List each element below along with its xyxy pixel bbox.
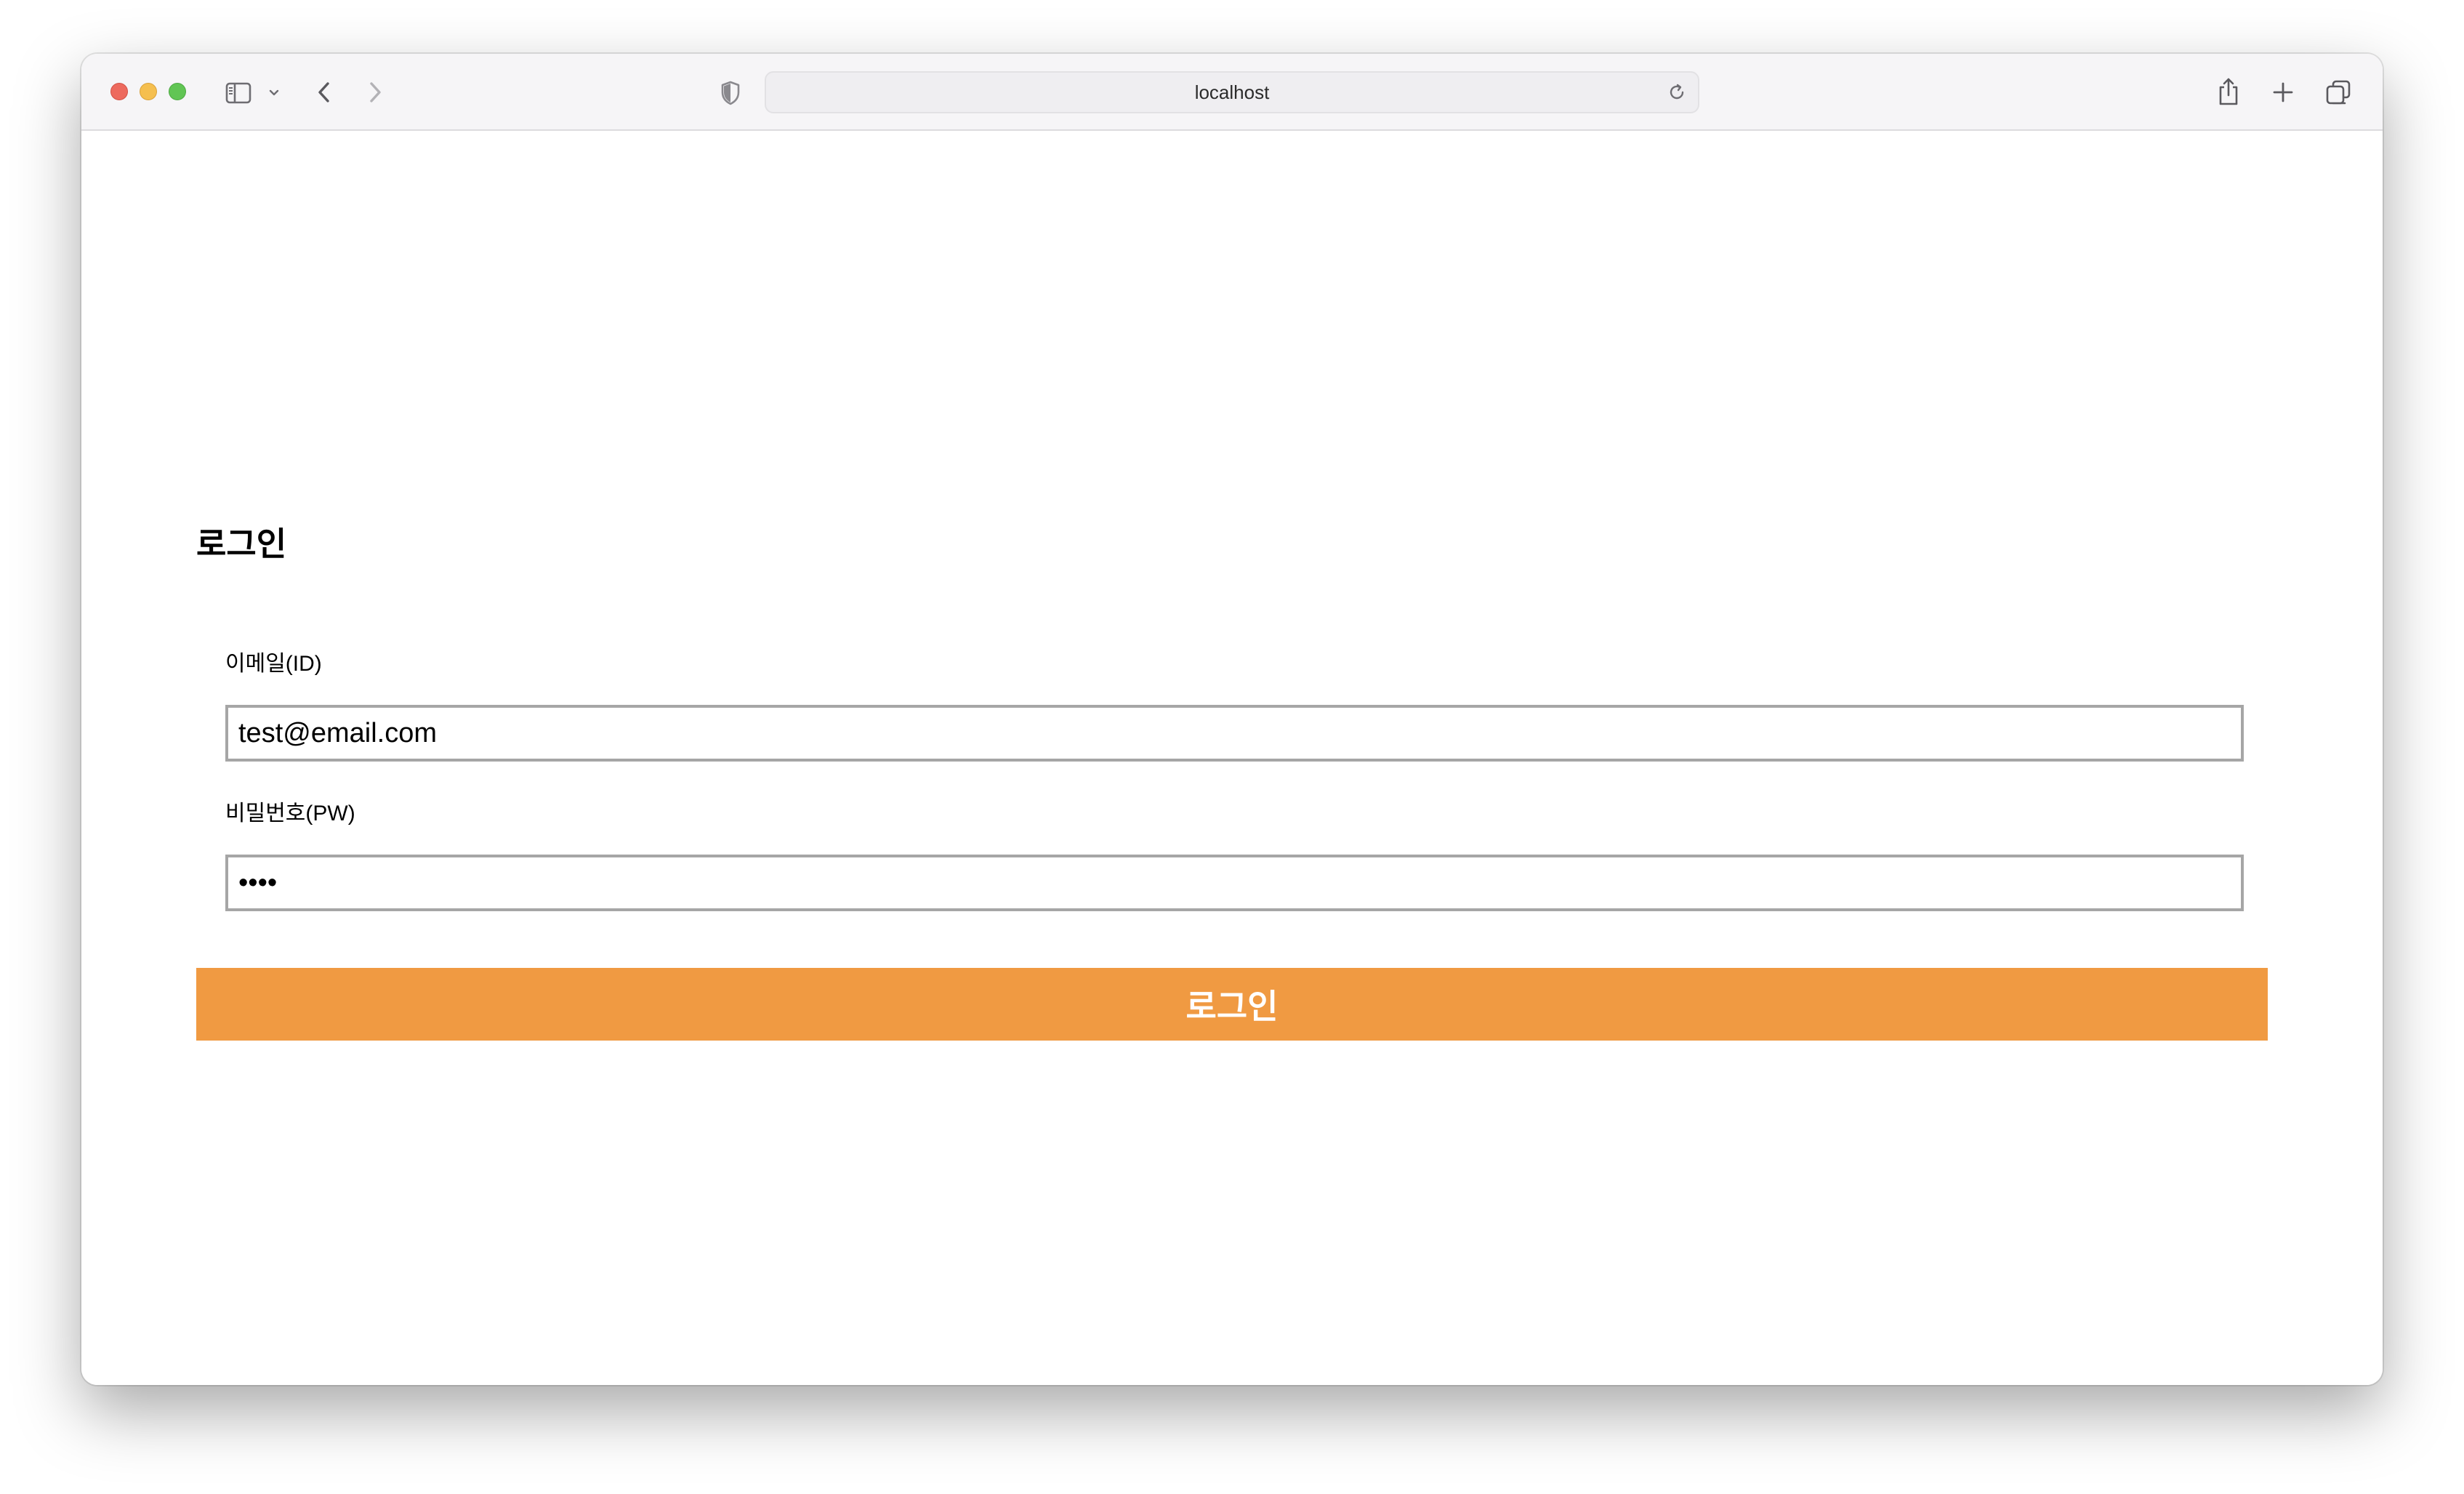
login-button[interactable]: 로그인	[196, 968, 2268, 1041]
password-field[interactable]	[225, 855, 2244, 911]
password-label: 비밀번호(PW)	[225, 801, 355, 825]
share-icon[interactable]	[2215, 74, 2242, 109]
screen: localhost 로그인 이메일(ID) test@email.com 비밀번…	[0, 0, 2464, 1494]
shield-icon[interactable]	[718, 78, 743, 108]
url-text: localhost	[1194, 81, 1270, 103]
page-title: 로그인	[196, 525, 287, 562]
zoom-window-button[interactable]	[169, 83, 186, 100]
close-window-button[interactable]	[110, 83, 128, 100]
chevron-right-icon[interactable]	[363, 77, 387, 108]
plus-icon[interactable]	[2271, 80, 2295, 105]
browser-window: localhost 로그인 이메일(ID) test@email.com 비밀번…	[81, 54, 2383, 1385]
email-field[interactable]	[225, 705, 2244, 762]
address-bar[interactable]: localhost	[765, 71, 1699, 113]
reload-icon[interactable]	[1666, 81, 1688, 103]
chevron-left-icon[interactable]	[313, 77, 336, 108]
page-content: 로그인 이메일(ID) 비밀번호(PW) 로그인	[81, 131, 2383, 1385]
sidebar-icon[interactable]	[224, 78, 253, 108]
minimize-window-button[interactable]	[140, 83, 157, 100]
chevron-down-icon[interactable]	[266, 83, 282, 103]
email-label: 이메일(ID)	[225, 652, 322, 676]
browser-toolbar: localhost	[81, 54, 2383, 131]
tab-overview-icon[interactable]	[2324, 78, 2352, 106]
